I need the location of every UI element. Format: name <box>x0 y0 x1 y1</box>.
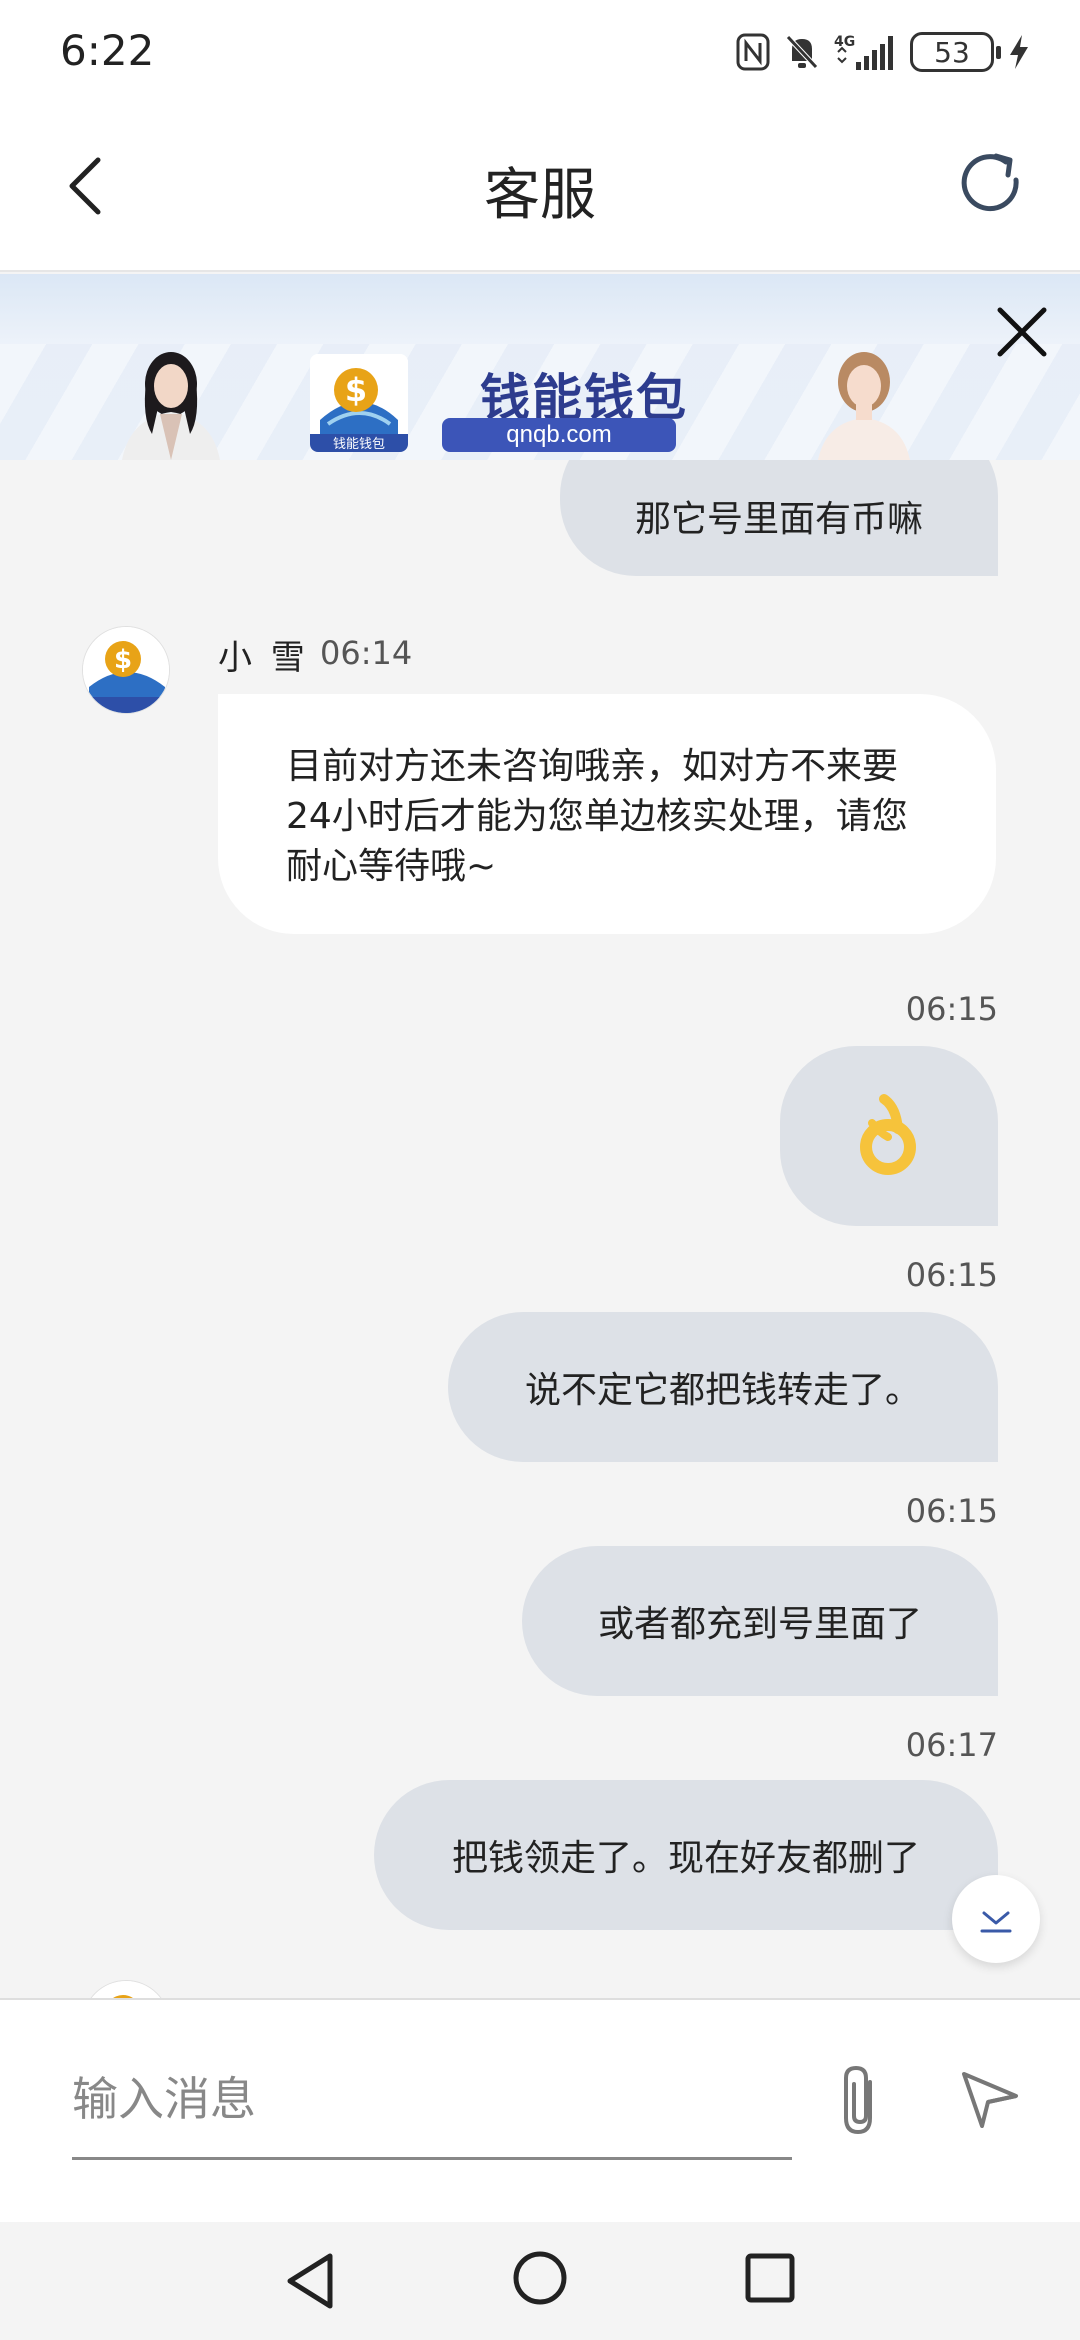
logo-caption: 钱能钱包 <box>333 437 385 452</box>
brand-url: qnqb.com <box>442 418 676 452</box>
refresh-button[interactable] <box>956 148 1028 220</box>
incoming-message[interactable]: 目前对方还未咨询哦亲，如对方不来要24小时后才能为您单边核实处理，请您耐心等待哦… <box>218 694 996 934</box>
agent-avatar[interactable] <box>82 1980 170 1998</box>
message-text: 或者都充到号里面了 <box>597 1604 922 1645</box>
svg-text:$: $ <box>114 645 132 675</box>
agent-avatar[interactable]: $ <box>82 626 170 714</box>
message-text: 那它号里面有币嘛 <box>634 499 923 540</box>
banner-close-button[interactable] <box>994 304 1050 360</box>
outgoing-message[interactable]: 把钱领走了。现在好友都删了 <box>374 1780 998 1930</box>
nav-recents-button[interactable] <box>744 2252 796 2304</box>
status-bar: 6:22 4G 53 <box>0 0 1080 100</box>
ad-banner[interactable]: $ 钱能钱包 钱能钱包 qnqb.com <box>0 274 1080 460</box>
nav-back-button[interactable] <box>282 2250 338 2312</box>
mute-bell-icon <box>784 33 820 71</box>
page-title: 客服 <box>484 163 596 228</box>
triangle-back-icon <box>287 2253 333 2309</box>
outgoing-message[interactable]: 或者都充到号里面了 <box>522 1546 998 1696</box>
banner-model-right <box>810 348 918 460</box>
outgoing-message[interactable] <box>780 1046 998 1226</box>
message-time: 06:15 <box>905 1492 998 1530</box>
circle-home-icon <box>513 2251 567 2305</box>
brand-logo: $ 钱能钱包 <box>310 354 408 452</box>
system-nav-bar <box>0 2222 1080 2340</box>
battery-level: 53 <box>934 35 970 69</box>
chat-messages[interactable]: 那它号里面有币嘛 $ 小 雪 06:14 目前对方还未咨询哦亲，如对方不来要24… <box>0 460 1080 1998</box>
message-text: 说不定它都把钱转走了。 <box>524 1370 921 1411</box>
message-time: 06:15 <box>905 1256 998 1294</box>
message-input[interactable] <box>72 2040 792 2160</box>
charging-icon <box>1008 33 1030 71</box>
scroll-to-bottom-button[interactable] <box>952 1875 1040 1963</box>
svg-text:4G: 4G <box>834 34 855 50</box>
paperclip-icon <box>844 2065 872 2135</box>
status-time: 6:22 <box>60 26 155 75</box>
nav-home-button[interactable] <box>512 2250 568 2306</box>
battery-indicator: 53 <box>910 32 1001 72</box>
sender-name: 小 雪 <box>218 638 309 678</box>
message-composer <box>0 1998 1080 2222</box>
message-text: 目前对方还未咨询哦亲，如对方不来要24小时后才能为您单边核实处理，请您耐心等待哦… <box>286 746 908 887</box>
send-button[interactable] <box>958 2066 1022 2130</box>
message-time: 06:17 <box>905 1726 998 1764</box>
chat-header: 客服 <box>0 100 1080 272</box>
status-icons: 4G 53 <box>736 28 1030 76</box>
attach-button[interactable] <box>832 2062 888 2138</box>
refresh-icon <box>961 153 1019 212</box>
send-icon <box>962 2072 1018 2128</box>
signal-icon: 4G <box>834 32 896 72</box>
nfc-icon <box>736 33 770 71</box>
close-icon <box>997 307 1047 357</box>
banner-model-left <box>112 348 230 460</box>
message-text: 把钱领走了。现在好友都删了 <box>451 1838 920 1879</box>
square-recents-icon <box>745 2253 795 2303</box>
message-time: 06:15 <box>905 990 998 1028</box>
arrow-down-icon <box>980 1911 1012 1933</box>
outgoing-message[interactable]: 说不定它都把钱转走了。 <box>448 1312 998 1462</box>
ok-hand-emoji <box>858 1089 920 1184</box>
message-time: 06:14 <box>320 634 413 672</box>
outgoing-message[interactable]: 那它号里面有币嘛 <box>560 460 998 576</box>
svg-text:$: $ <box>345 371 367 409</box>
